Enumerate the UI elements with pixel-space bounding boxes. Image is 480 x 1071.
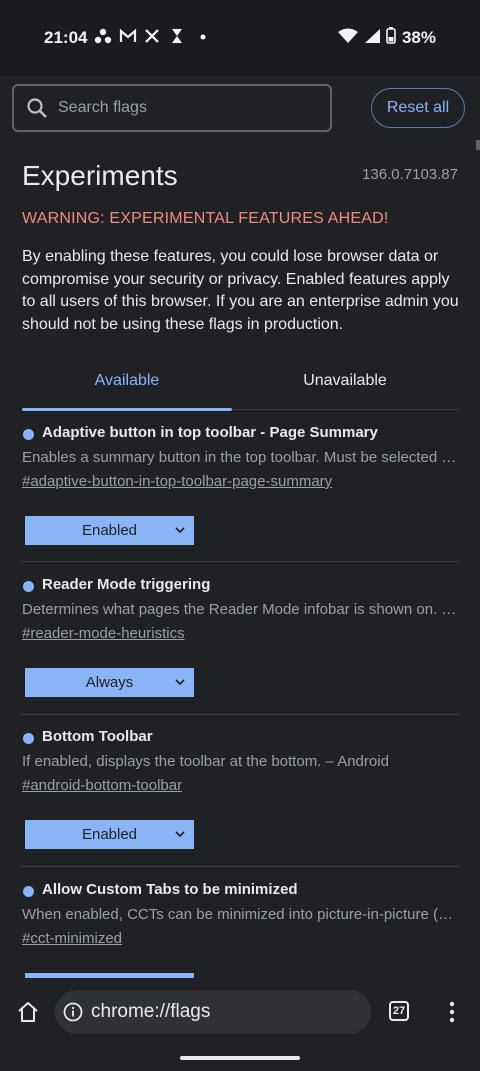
tab-count: 27 [392,1005,406,1017]
flags-content: Experiments 136.0.7103.87 WARNING: EXPER… [0,140,480,978]
flag-name: Adaptive button in top toolbar - Page Su… [42,424,378,441]
info-icon[interactable] [63,1002,83,1022]
bottom-toolbar: chrome://flags 27 [0,978,480,1071]
flag-description: Determines what pages the Reader Mode in… [22,601,458,618]
gmail-icon [119,28,137,49]
cluster-icon [94,28,112,49]
flag-divider [22,714,458,715]
tab-switcher-button[interactable]: 27 [389,1001,409,1021]
more-options-icon[interactable] [448,1000,456,1029]
battery-icon [386,27,396,49]
flag-select[interactable]: Enabled [25,516,194,545]
warning-body: By enabling these features, you could lo… [22,248,459,333]
flag-description: Enables a summary button in the top tool… [22,449,458,466]
flag-name: Reader Mode triggering [42,576,211,593]
battery-percent: 38% [401,28,436,47]
page-title: Experiments [22,160,178,191]
search-input[interactable] [56,98,320,118]
address-bar[interactable]: chrome://flags [55,990,371,1034]
flag-divider [22,866,458,867]
tab-bar: Available Unavailable [22,364,458,411]
wifi-icon [337,28,358,49]
flag-link[interactable]: #reader-mode-heuristics [22,625,185,642]
chevron-down-icon [174,675,186,692]
flag-link[interactable]: #cct-minimized [22,930,122,947]
tab-available[interactable]: Available [22,372,232,390]
flag-description: When enabled, CCTs can be minimized into… [22,906,458,923]
gesture-navigation-bar[interactable] [180,1056,300,1060]
flag-link[interactable]: #adaptive-button-in-top-toolbar-page-sum… [22,473,332,490]
signal-icon [364,28,380,49]
flag-item: Bottom Toolbar If enabled, displays the … [22,728,458,858]
reset-all-button[interactable]: Reset all [371,88,465,128]
warning-title: WARNING: EXPERIMENTAL FEATURES AHEAD! [22,210,389,227]
status-bar: 21:04 38% [0,0,480,76]
flag-item: Adaptive button in top toolbar - Page Su… [22,424,458,554]
status-indicators: 38% [337,27,436,49]
flag-select-value: Enabled [81,522,138,539]
flag-description: If enabled, displays the toolbar at the … [22,753,389,770]
flag-bullet-icon [23,581,34,592]
flag-select[interactable]: Enabled [25,820,194,849]
browser-version: 136.0.7103.87 [362,166,458,183]
flag-select-value: Enabled [81,826,138,843]
search-box[interactable] [12,84,332,132]
flag-item: Reader Mode triggering Determines what p… [22,576,458,706]
flag-select[interactable]: Always [25,668,194,697]
flag-select-value: Always [85,674,134,691]
tab-indicator [22,408,232,411]
flag-bullet-icon [23,733,34,744]
flag-bullet-icon [23,886,34,897]
flag-name: Allow Custom Tabs to be minimized [42,881,298,898]
flag-name: Bottom Toolbar [42,728,153,745]
chevron-down-icon [174,523,186,540]
chevron-down-icon [174,827,186,844]
tab-unavailable[interactable]: Unavailable [240,372,450,390]
dot-icon [199,28,207,49]
flag-divider [22,561,458,562]
flag-bullet-icon [23,429,34,440]
hourglass-icon [170,28,184,49]
address-bar-url: chrome://flags [91,1001,211,1022]
home-icon[interactable] [16,1000,40,1029]
x-icon [144,28,160,49]
search-icon [26,97,48,119]
flag-item: Allow Custom Tabs to be minimized When e… [22,881,458,978]
status-time: 21:04 [44,28,88,47]
flag-link[interactable]: #android-bottom-toolbar [22,777,182,794]
